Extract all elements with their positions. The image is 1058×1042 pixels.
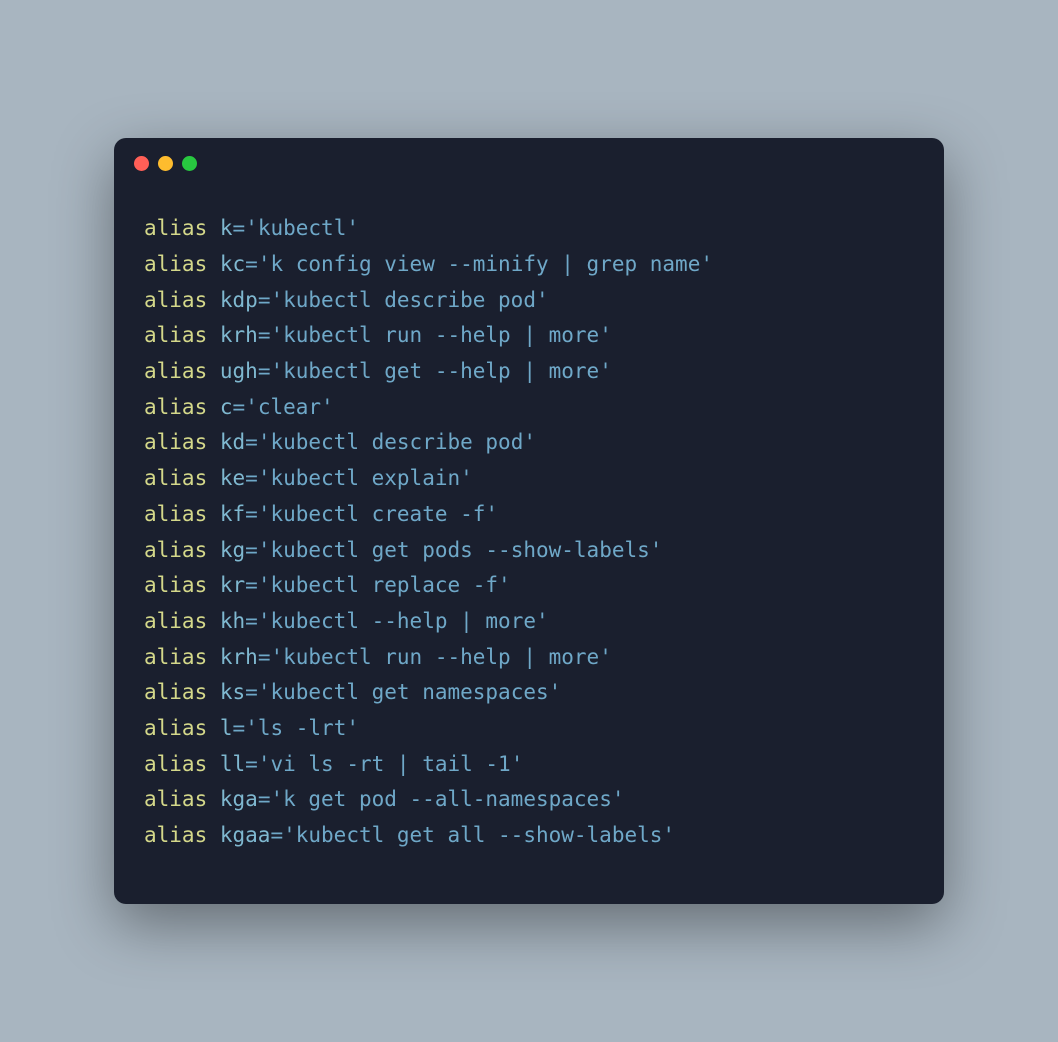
equals-sign: = — [258, 787, 271, 811]
alias-value: 'kubectl create -f' — [258, 502, 498, 526]
alias-value: 'vi ls -rt | tail -1' — [258, 752, 524, 776]
alias-name: kc — [220, 252, 245, 276]
code-line: alias ke='kubectl explain' — [144, 461, 914, 497]
alias-value: 'k get pod --all-namespaces' — [270, 787, 624, 811]
alias-name: kh — [220, 609, 245, 633]
code-line: alias krh='kubectl run --help | more' — [144, 640, 914, 676]
code-line: alias kr='kubectl replace -f' — [144, 568, 914, 604]
window-titlebar — [114, 138, 944, 181]
alias-value: 'kubectl get pods --show-labels' — [258, 538, 663, 562]
alias-name: kr — [220, 573, 245, 597]
alias-value: 'kubectl run --help | more' — [270, 645, 611, 669]
alias-value: 'kubectl run --help | more' — [270, 323, 611, 347]
code-line: alias kd='kubectl describe pod' — [144, 425, 914, 461]
code-line: alias ugh='kubectl get --help | more' — [144, 354, 914, 390]
alias-keyword: alias — [144, 538, 207, 562]
terminal-window: alias k='kubectl'alias kc='k config view… — [114, 138, 944, 903]
code-line: alias kh='kubectl --help | more' — [144, 604, 914, 640]
equals-sign: = — [270, 823, 283, 847]
equals-sign: = — [258, 359, 271, 383]
alias-keyword: alias — [144, 645, 207, 669]
alias-keyword: alias — [144, 609, 207, 633]
alias-keyword: alias — [144, 359, 207, 383]
equals-sign: = — [245, 752, 258, 776]
maximize-button[interactable] — [182, 156, 197, 171]
equals-sign: = — [258, 645, 271, 669]
alias-keyword: alias — [144, 716, 207, 740]
alias-keyword: alias — [144, 323, 207, 347]
alias-name: kdp — [220, 288, 258, 312]
alias-value: 'clear' — [245, 395, 334, 419]
equals-sign: = — [245, 430, 258, 454]
alias-name: l — [220, 716, 233, 740]
alias-value: 'kubectl get --help | more' — [270, 359, 611, 383]
alias-keyword: alias — [144, 573, 207, 597]
equals-sign: = — [245, 502, 258, 526]
terminal-content[interactable]: alias k='kubectl'alias kc='k config view… — [114, 181, 944, 903]
alias-keyword: alias — [144, 252, 207, 276]
alias-value: 'k config view --minify | grep name' — [258, 252, 713, 276]
minimize-button[interactable] — [158, 156, 173, 171]
alias-name: ugh — [220, 359, 258, 383]
equals-sign: = — [245, 573, 258, 597]
equals-sign: = — [245, 538, 258, 562]
alias-name: kf — [220, 502, 245, 526]
alias-name: krh — [220, 645, 258, 669]
alias-name: ks — [220, 680, 245, 704]
alias-name: c — [220, 395, 233, 419]
code-line: alias ll='vi ls -rt | tail -1' — [144, 747, 914, 783]
equals-sign: = — [233, 395, 246, 419]
alias-keyword: alias — [144, 288, 207, 312]
equals-sign: = — [245, 466, 258, 490]
alias-name: krh — [220, 323, 258, 347]
alias-keyword: alias — [144, 502, 207, 526]
alias-keyword: alias — [144, 823, 207, 847]
alias-value: 'kubectl describe pod' — [258, 430, 536, 454]
alias-value: 'kubectl --help | more' — [258, 609, 549, 633]
alias-name: ll — [220, 752, 245, 776]
alias-name: kd — [220, 430, 245, 454]
code-line: alias c='clear' — [144, 390, 914, 426]
equals-sign: = — [258, 323, 271, 347]
code-line: alias ks='kubectl get namespaces' — [144, 675, 914, 711]
code-line: alias kgaa='kubectl get all --show-label… — [144, 818, 914, 854]
code-line: alias kf='kubectl create -f' — [144, 497, 914, 533]
equals-sign: = — [245, 680, 258, 704]
alias-value: 'kubectl replace -f' — [258, 573, 511, 597]
alias-keyword: alias — [144, 680, 207, 704]
alias-name: kga — [220, 787, 258, 811]
alias-value: 'kubectl get namespaces' — [258, 680, 561, 704]
code-line: alias kdp='kubectl describe pod' — [144, 283, 914, 319]
code-line: alias kga='k get pod --all-namespaces' — [144, 782, 914, 818]
equals-sign: = — [233, 216, 246, 240]
alias-keyword: alias — [144, 395, 207, 419]
alias-name: ke — [220, 466, 245, 490]
code-line: alias kg='kubectl get pods --show-labels… — [144, 533, 914, 569]
code-line: alias kc='k config view --minify | grep … — [144, 247, 914, 283]
equals-sign: = — [245, 609, 258, 633]
alias-keyword: alias — [144, 430, 207, 454]
alias-value: 'kubectl describe pod' — [270, 288, 548, 312]
alias-keyword: alias — [144, 466, 207, 490]
equals-sign: = — [233, 716, 246, 740]
alias-keyword: alias — [144, 216, 207, 240]
close-button[interactable] — [134, 156, 149, 171]
alias-value: 'ls -lrt' — [245, 716, 359, 740]
alias-keyword: alias — [144, 752, 207, 776]
alias-name: kg — [220, 538, 245, 562]
equals-sign: = — [258, 288, 271, 312]
equals-sign: = — [245, 252, 258, 276]
alias-value: 'kubectl explain' — [258, 466, 473, 490]
alias-name: kgaa — [220, 823, 271, 847]
alias-keyword: alias — [144, 787, 207, 811]
alias-value: 'kubectl' — [245, 216, 359, 240]
alias-value: 'kubectl get all --show-labels' — [283, 823, 675, 847]
code-line: alias krh='kubectl run --help | more' — [144, 318, 914, 354]
code-line: alias l='ls -lrt' — [144, 711, 914, 747]
code-line: alias k='kubectl' — [144, 211, 914, 247]
alias-name: k — [220, 216, 233, 240]
